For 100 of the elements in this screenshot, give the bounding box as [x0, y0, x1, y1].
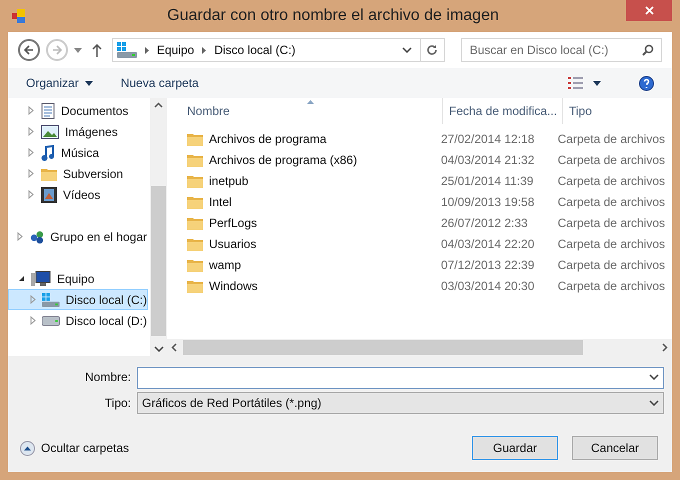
type-cell-text: Carpeta de archivos	[556, 194, 666, 210]
column-header[interactable]: Nombre	[167, 98, 442, 124]
scroll-up-icon[interactable]	[154, 102, 163, 108]
date-cell-text: 04/03/2014 22:20	[440, 236, 536, 252]
folder-icon	[187, 258, 203, 272]
date-cell-text: 25/01/2014 11:39	[440, 172, 534, 190]
nav-item[interactable]: Equipo	[8, 268, 148, 289]
file-name: PerfLogs	[209, 214, 258, 232]
file-type-dropdown[interactable]: Gráficos de Red Portátiles (*.png)	[137, 392, 664, 414]
forward-arrow-icon	[52, 45, 62, 55]
breadcrumb-arrow-icon[interactable]	[202, 46, 206, 54]
sort-ascending-icon	[307, 100, 314, 104]
folder-icon	[187, 236, 203, 250]
file-row[interactable]: Archivos de programa 27/02/2014 12:18 Carpeta de archivos	[167, 128, 672, 149]
drive-icon	[42, 316, 60, 326]
file-name: inetpub	[209, 172, 248, 190]
date-cell-text: 27/02/2014 12:18	[440, 130, 536, 148]
file-row[interactable]: wamp 07/12/2013 22:39 Carpeta de archivos	[167, 254, 672, 275]
date-cell-text: 10/09/2013 19:58	[440, 194, 536, 210]
collapsed-triangle-icon[interactable]	[17, 232, 24, 241]
date-cell-text: 07/12/2013 22:39	[440, 256, 536, 274]
organize-menu-button[interactable]: Organizar	[26, 74, 93, 92]
file-name: Archivos de programa	[209, 130, 326, 148]
search-field[interactable]: Buscar en Disco local (C:)	[460, 38, 662, 62]
expanded-triangle-icon[interactable]	[18, 275, 24, 282]
file-row[interactable]: Intel 10/09/2013 19:58 Carpeta de archivos	[167, 191, 672, 212]
scroll-right-icon[interactable]	[662, 343, 668, 352]
column-header[interactable]: Tipo	[562, 98, 672, 124]
folder-icon	[187, 278, 203, 292]
nav-item[interactable]: Música	[8, 142, 148, 163]
nav-item[interactable]: Imágenes	[8, 121, 148, 142]
window-title: Guardar con otro nombre el archivo de imagen	[166, 6, 500, 26]
view-options-button[interactable]	[568, 77, 601, 89]
collapsed-triangle-icon[interactable]	[28, 190, 34, 199]
type-cell-text: Carpeta de archivos	[556, 214, 666, 232]
folder-icon	[187, 152, 203, 166]
system-drive-icon	[42, 292, 60, 308]
collapsed-triangle-icon[interactable]	[30, 295, 36, 304]
folder-icon	[187, 132, 203, 146]
type-label: Tipo:	[104, 395, 132, 412]
column-header[interactable]: Fecha de modifica...	[442, 98, 562, 124]
caret-icon	[593, 80, 601, 86]
system-drive-icon	[116, 42, 137, 58]
folder-icon	[41, 166, 57, 180]
picture-icon	[41, 124, 59, 138]
new-folder-button[interactable]: Nueva carpeta	[120, 74, 199, 92]
address-bar[interactable]: Equipo Disco local (C:)	[112, 38, 445, 62]
dropdown-caret-icon	[649, 374, 659, 380]
dialog-button[interactable]: Guardar	[472, 436, 558, 460]
document-icon	[41, 102, 55, 118]
address-history-caret-icon	[402, 47, 412, 53]
file-name: wamp	[209, 256, 242, 274]
collapsed-triangle-icon[interactable]	[30, 316, 36, 325]
file-row[interactable]: Archivos de programa (x86) 04/03/2014 21:32 Carpeta de archivos	[167, 149, 672, 170]
forward-button[interactable]	[46, 39, 68, 61]
recent-locations-caret-icon[interactable]	[74, 48, 82, 52]
scrollbar-thumb[interactable]	[151, 186, 166, 336]
date-cell-text: 03/03/2014 20:30	[440, 278, 536, 294]
computer-icon	[31, 270, 51, 286]
nav-item[interactable]: Disco local (C:)	[8, 289, 148, 310]
vertical-scrollbar[interactable]	[150, 98, 167, 356]
nav-item[interactable]: Documentos	[8, 100, 148, 121]
name-label: Nombre:	[84, 369, 132, 386]
up-arrow-icon[interactable]	[92, 44, 102, 56]
hide-folders-button[interactable]: Ocultar carpetas	[20, 439, 130, 457]
file-row[interactable]: PerfLogs 26/07/2012 2:33 Carpeta de archivos	[167, 212, 672, 233]
file-name-field[interactable]	[137, 367, 664, 389]
help-icon[interactable]	[639, 76, 654, 90]
collapsed-triangle-icon[interactable]	[28, 148, 34, 157]
date-cell-text: 04/03/2014 21:32	[440, 152, 536, 168]
nav-item[interactable]: Subversion	[8, 163, 148, 184]
nav-item[interactable]: Vídeos	[8, 184, 148, 205]
file-row[interactable]: inetpub 25/01/2014 11:39 Carpeta de archivos	[167, 170, 672, 191]
scrollbar-thumb[interactable]	[183, 340, 583, 355]
scroll-down-icon	[154, 346, 164, 352]
scroll-left-icon[interactable]	[171, 343, 177, 352]
close-button[interactable]	[626, 0, 672, 21]
collapsed-triangle-icon[interactable]	[28, 169, 34, 178]
type-cell-text: Carpeta de archivos	[556, 278, 666, 294]
nav-item[interactable]: Grupo en el hogar	[8, 226, 148, 247]
back-button[interactable]	[18, 39, 40, 61]
nav-item[interactable]: Disco local (D:)	[8, 310, 148, 331]
collapsed-triangle-icon[interactable]	[28, 106, 34, 115]
breadcrumb-arrow-icon[interactable]	[144, 46, 149, 54]
search-icon	[642, 44, 654, 56]
back-arrow-icon	[24, 45, 34, 55]
file-row[interactable]: Windows 03/03/2014 20:30 Carpeta de archivos	[167, 275, 672, 296]
file-row[interactable]: Usuarios 04/03/2014 22:20 Carpeta de archivos	[167, 233, 672, 254]
horizontal-scrollbar[interactable]	[167, 339, 672, 356]
folder-icon	[187, 194, 203, 208]
caret-icon	[84, 80, 93, 86]
breadcrumb[interactable]: Equipo	[156, 41, 194, 59]
app-icon	[12, 9, 26, 23]
type-cell-text: Carpeta de archivos	[556, 172, 666, 190]
dialog-button[interactable]: Cancelar	[572, 436, 658, 460]
collapsed-triangle-icon[interactable]	[28, 127, 34, 136]
film-icon	[41, 186, 57, 202]
type-cell-text: Carpeta de archivos	[556, 236, 666, 252]
breadcrumb[interactable]: Disco local (C:)	[214, 41, 296, 59]
date-cell-text: 26/07/2012 2:33	[440, 214, 529, 232]
